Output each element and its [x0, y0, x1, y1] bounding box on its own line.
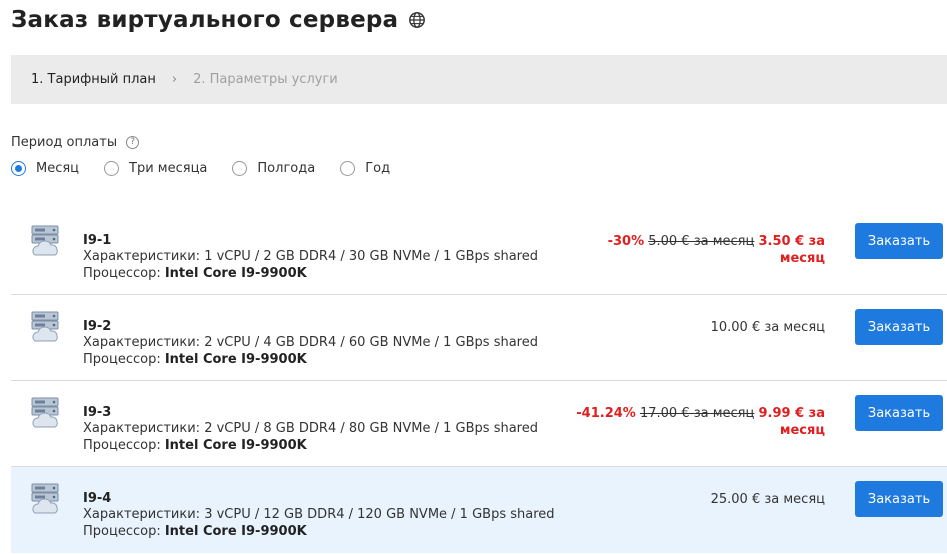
plan-row: I9-4 Характеристики: 3 vCPU / 12 GB DDR4…: [11, 467, 947, 553]
plan-name: I9-3: [83, 405, 112, 420]
period-radio-group: Месяц Три месяца Полгода Год: [11, 161, 415, 176]
radio-month-label: Месяц: [36, 161, 80, 176]
help-icon[interactable]: ?: [126, 136, 140, 149]
radio-half-year-label: Полгода: [257, 161, 316, 176]
radio-month[interactable]: Месяц: [11, 161, 79, 176]
chevron-right-icon: ›: [171, 72, 178, 87]
plan-specs: Характеристики: 3 vCPU / 12 GB DDR4 / 12…: [83, 507, 555, 522]
server-icon: [31, 483, 59, 514]
radio-year-dot[interactable]: [340, 161, 356, 176]
plan-cpu-value: Intel Core I9-9900K: [164, 524, 307, 539]
plan-cpu-label: Процессор:: [83, 524, 165, 539]
order-button[interactable]: Заказать: [855, 395, 943, 431]
old-price: 5.00 € за месяц: [648, 234, 755, 249]
radio-half-year[interactable]: Полгода: [232, 161, 315, 176]
plan-row: I9-2 Характеристики: 2 vCPU / 4 GB DDR4 …: [11, 295, 947, 381]
radio-three-months-dot[interactable]: [104, 161, 120, 176]
radio-year[interactable]: Год: [340, 161, 390, 176]
new-price: 3.50 € за месяц: [758, 234, 826, 266]
server-icon: [31, 311, 59, 342]
order-button[interactable]: Заказать: [855, 223, 943, 259]
plan-cpu: Процессор: Intel Core I9-9900K: [83, 438, 307, 453]
plan-row: I9-1 Характеристики: 1 vCPU / 2 GB DDR4 …: [11, 209, 947, 295]
plan-cpu: Процессор: Intel Core I9-9900K: [83, 524, 307, 539]
plan-cpu: Процессор: Intel Core I9-9900K: [83, 266, 307, 281]
plan-price: 10.00 € за месяц: [565, 319, 825, 336]
radio-three-months[interactable]: Три месяца: [104, 161, 207, 176]
step-tariff-plan[interactable]: 1. Тарифный план: [31, 72, 156, 87]
radio-half-year-dot[interactable]: [232, 161, 248, 176]
period-label: Период оплаты ?: [11, 135, 140, 150]
order-button[interactable]: Заказать: [855, 481, 943, 517]
plan-cpu-value: Intel Core I9-9900K: [164, 266, 307, 281]
plan-price: 25.00 € за месяц: [565, 491, 825, 508]
server-icon: [31, 397, 59, 428]
plan-name: I9-1: [83, 233, 112, 248]
plan-specs: Характеристики: 1 vCPU / 2 GB DDR4 / 30 …: [83, 249, 538, 264]
order-steps: 1. Тарифный план › 2. Параметры услуги: [11, 55, 947, 104]
plan-cpu-label: Процессор:: [83, 438, 165, 453]
plan-cpu: Процессор: Intel Core I9-9900K: [83, 352, 307, 367]
period-label-text: Период оплаты: [11, 135, 118, 150]
radio-month-dot[interactable]: [11, 161, 26, 176]
price: 10.00 € за месяц: [710, 320, 825, 335]
globe-icon: [409, 12, 426, 28]
order-button[interactable]: Заказать: [855, 309, 943, 345]
price: 25.00 € за месяц: [710, 492, 825, 507]
plan-specs: Характеристики: 2 vCPU / 4 GB DDR4 / 60 …: [83, 335, 538, 350]
plan-price: -30% 5.00 € за месяц 3.50 € за месяц: [565, 233, 825, 267]
discount-badge: -41.24%: [576, 406, 636, 421]
plan-specs: Характеристики: 2 vCPU / 8 GB DDR4 / 80 …: [83, 421, 538, 436]
page-title-text: Заказ виртуального сервера: [11, 7, 399, 33]
plan-name: I9-2: [83, 319, 112, 334]
plan-cpu-label: Процессор:: [83, 352, 165, 367]
plan-cpu-value: Intel Core I9-9900K: [164, 438, 307, 453]
plan-name: I9-4: [83, 491, 112, 506]
step-service-params: 2. Параметры услуги: [193, 72, 338, 87]
discount-badge: -30%: [607, 234, 645, 249]
plan-row: I9-3 Характеристики: 2 vCPU / 8 GB DDR4 …: [11, 381, 947, 467]
plan-list: I9-1 Характеристики: 1 vCPU / 2 GB DDR4 …: [11, 209, 947, 553]
plan-cpu-value: Intel Core I9-9900K: [164, 352, 307, 367]
page-title: Заказ виртуального сервера: [11, 7, 426, 33]
plan-cpu-label: Процессор:: [83, 266, 165, 281]
old-price: 17.00 € за месяц: [639, 406, 755, 421]
plan-price: -41.24% 17.00 € за месяц 9.99 € за месяц: [565, 405, 825, 439]
new-price: 9.99 € за месяц: [758, 406, 826, 438]
radio-year-label: Год: [365, 161, 391, 176]
server-icon: [31, 225, 59, 256]
radio-three-months-label: Три месяца: [129, 161, 208, 176]
